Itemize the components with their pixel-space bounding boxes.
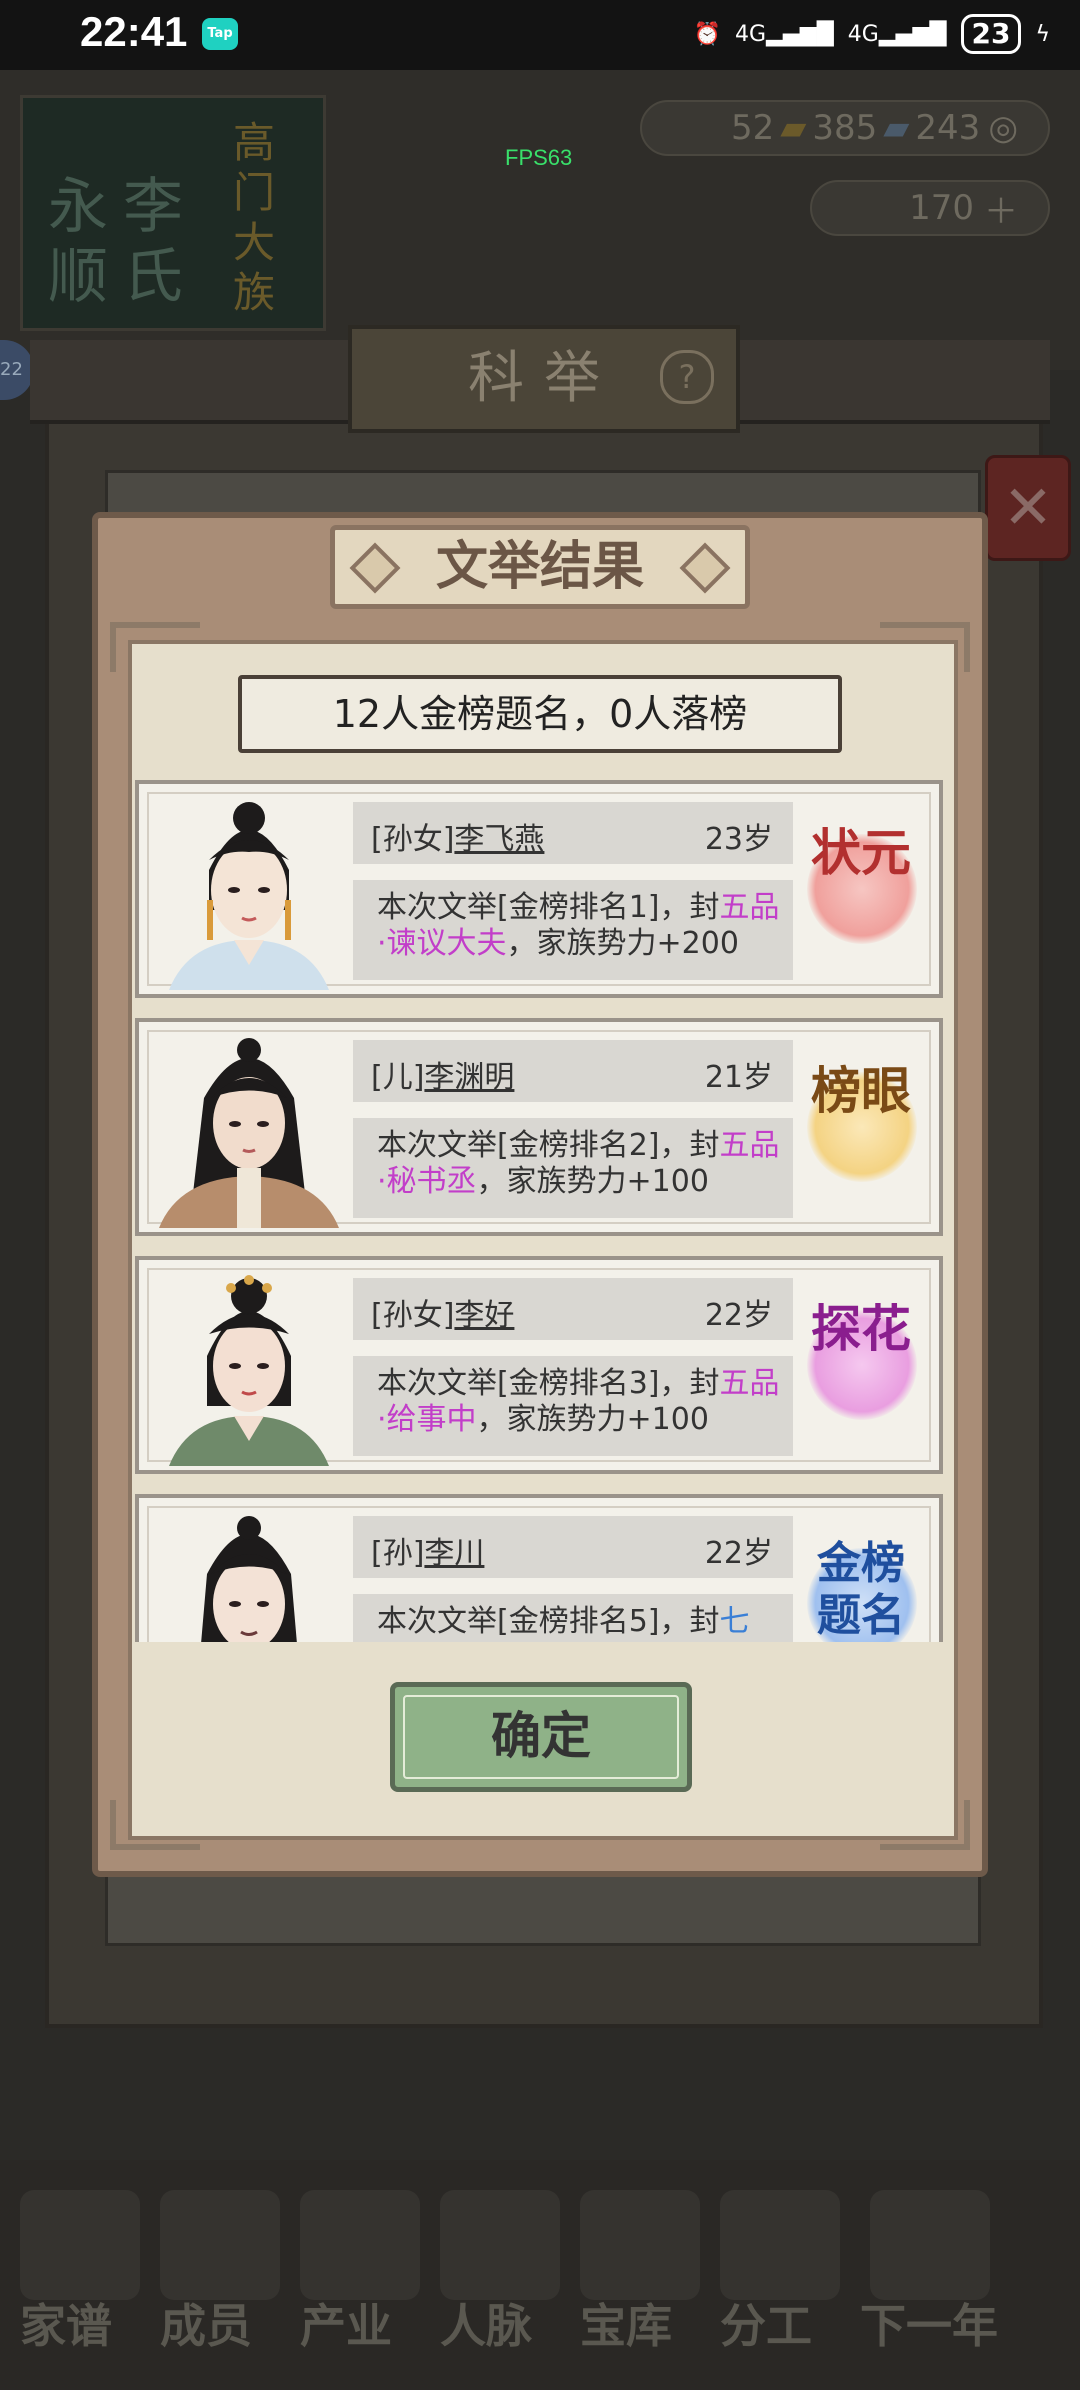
gold-resource[interactable]: 170 ＋: [810, 180, 1050, 236]
help-icon[interactable]: ?: [660, 350, 714, 404]
nav-treasury[interactable]: 宝库: [580, 2290, 672, 2356]
member-age: 22岁: [704, 1298, 773, 1333]
resource-1: 52: [730, 108, 775, 148]
book-title: 高门大族: [233, 118, 276, 317]
corner-ornament: [880, 622, 970, 672]
corner-ornament: [110, 622, 200, 672]
charging-icon: ϟ: [1035, 21, 1050, 47]
result-card: [孙女]李好 22岁 本次文举[金榜排名3]，封五品·给事中，家族势力+100 …: [135, 1256, 943, 1474]
nav-members[interactable]: 成员: [160, 2290, 252, 2356]
gold-bar-icon: ▰: [780, 108, 807, 148]
nav-icon: [440, 2190, 560, 2300]
result-card: [孙]李川 22岁 本次文举[金榜排名5]，封七 金榜题名: [135, 1494, 943, 1642]
member-age: 22岁: [704, 1536, 773, 1571]
seal-jinbang: 金榜题名: [801, 1538, 921, 1642]
seal-bangyan: 榜眼: [801, 1062, 921, 1202]
member-name[interactable]: [孙]李川: [371, 1528, 484, 1572]
close-icon[interactable]: ✕: [985, 455, 1071, 561]
nav-icon: [870, 2190, 990, 2300]
member-name[interactable]: [孙女]李飞燕: [371, 814, 544, 858]
taptap-icon: Tap: [202, 18, 238, 50]
result-description: 本次文举[金榜排名3]，封五品·给事中，家族势力+100: [353, 1356, 793, 1456]
rank-title: 七: [719, 1604, 750, 1639]
result-card: [儿]李渊明 21岁 本次文举[金榜排名2]，封五品·秘书丞，家族势力+100 …: [135, 1018, 943, 1236]
member-age: 21岁: [704, 1060, 773, 1095]
female-portrait: [169, 802, 329, 990]
result-list[interactable]: [孙女]李飞燕 23岁 本次文举[金榜排名1]，封五品·谏议大夫，家族势力+20…: [135, 780, 945, 1642]
nav-next-year[interactable]: 下一年: [860, 2290, 998, 2356]
member-name[interactable]: [孙女]李好: [371, 1290, 514, 1334]
signal-icon: 4G▂▄▆█: [847, 21, 947, 47]
resource-bar: 52 ▰ 385 ▰ 243 ◎: [640, 100, 1050, 156]
male-portrait: [159, 1038, 339, 1228]
clock: 22:41: [80, 8, 188, 55]
member-age: 23岁: [704, 822, 773, 857]
result-description: 本次文举[金榜排名2]，封五品·秘书丞，家族势力+100: [353, 1118, 793, 1218]
corner-ornament: [110, 1800, 200, 1850]
diamond-ornament: [349, 542, 401, 594]
signal-icon: 4G▂▄▆█: [735, 21, 834, 47]
seal-zhuangyuan: 状元: [801, 824, 921, 964]
name-bar: [孙女]李好 22岁: [353, 1278, 793, 1340]
confirm-label: 确定: [491, 1706, 591, 1765]
battery-icon: 23: [960, 14, 1022, 54]
nav-icon: [580, 2190, 700, 2300]
result-card: [孙女]李飞燕 23岁 本次文举[金榜排名1]，封五品·谏议大夫，家族势力+20…: [135, 780, 943, 998]
result-description: 本次文举[金榜排名5]，封七: [353, 1594, 793, 1642]
seal-tanhua: 探花: [801, 1300, 921, 1440]
dialog-title: 文举结果: [330, 525, 750, 609]
result-summary: 12人金榜题名，0人落榜: [238, 675, 842, 753]
nav-icon: [20, 2190, 140, 2300]
member-name[interactable]: [儿]李渊明: [371, 1052, 514, 1096]
coin-icon: ◎: [988, 108, 1018, 148]
nav-industry[interactable]: 产业: [300, 2290, 392, 2356]
nav-connections[interactable]: 人脉: [440, 2290, 532, 2356]
resource-2: 385: [812, 108, 878, 148]
confirm-button[interactable]: 确定: [390, 1682, 692, 1792]
book-char: 氏: [123, 242, 183, 312]
plus-icon: ＋: [984, 191, 1018, 232]
name-bar: [孙女]李飞燕 23岁: [353, 802, 793, 864]
family-book[interactable]: 永 李 顺 氏 高门大族: [20, 95, 326, 331]
status-icons: ⏰ 4G▂▄▆█ 4G▂▄▆█ 23 ϟ: [694, 10, 1050, 58]
corner-ornament: [880, 1800, 970, 1850]
female-portrait: [169, 1275, 329, 1466]
alarm-icon: ⏰: [693, 21, 722, 47]
resource-3: 243: [915, 108, 981, 148]
nav-assignment[interactable]: 分工: [720, 2290, 812, 2356]
gold-amount: 170: [909, 188, 974, 228]
status-bar: 22:41 Tap ⏰ 4G▂▄▆█ 4G▂▄▆█ 23 ϟ: [0, 0, 1080, 70]
male-portrait: [201, 1516, 297, 1642]
nav-icon: [160, 2190, 280, 2300]
dialog-title-text: 文举结果: [435, 536, 644, 597]
scroll-icon: ▰: [883, 108, 910, 148]
name-bar: [儿]李渊明 21岁: [353, 1040, 793, 1102]
nav-icon: [300, 2190, 420, 2300]
fps-counter: FPS63: [505, 145, 573, 170]
nav-icon: [720, 2190, 840, 2300]
book-char: 顺: [48, 242, 108, 312]
result-description: 本次文举[金榜排名1]，封五品·谏议大夫，家族势力+200: [353, 880, 793, 980]
diamond-ornament: [679, 542, 731, 594]
nav-genealogy[interactable]: 家谱: [20, 2290, 112, 2356]
name-bar: [孙]李川 22岁: [353, 1516, 793, 1578]
